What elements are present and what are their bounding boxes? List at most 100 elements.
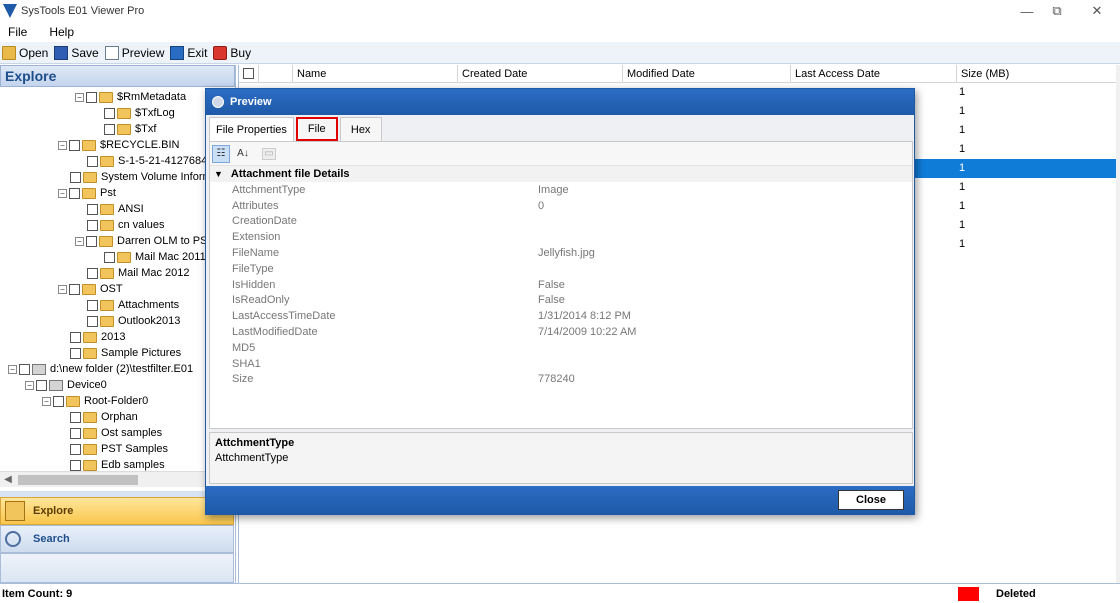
scroll-left-icon[interactable]: ◀ (0, 472, 16, 488)
property-row[interactable]: FileType (210, 261, 912, 277)
save-button[interactable]: Save (54, 45, 99, 60)
tree-horizontal-scrollbar[interactable]: ◀ ▶ (0, 471, 234, 487)
scrollbar-thumb[interactable] (18, 475, 138, 485)
property-row[interactable]: FileName Jellyfish.jpg (210, 245, 912, 261)
property-row[interactable]: LastModifiedDate 7/14/2009 10:22 AM (210, 324, 912, 340)
tab-file[interactable]: File (295, 117, 338, 141)
close-button[interactable]: Close (838, 490, 904, 510)
tree-checkbox[interactable] (53, 395, 64, 407)
collapse-group-icon[interactable]: ▼ (214, 169, 223, 179)
collapse-icon[interactable]: − (58, 284, 67, 294)
tree-checkbox[interactable] (70, 443, 81, 455)
tree-node[interactable]: S-1-5-21-41276848 (87, 153, 213, 169)
menu-help[interactable]: Help (47, 25, 76, 39)
property-row[interactable]: IsReadOnly False (210, 293, 912, 309)
property-row[interactable]: MD5 (210, 340, 912, 356)
collapse-icon[interactable]: − (8, 364, 17, 374)
tree-checkbox[interactable] (104, 251, 115, 263)
tree-checkbox[interactable] (87, 315, 98, 327)
tree-node[interactable]: Mail Mac 2011 (104, 249, 206, 265)
tree-node[interactable]: Outlook2013 (87, 313, 180, 329)
tree-checkbox[interactable] (87, 155, 98, 167)
menu-file[interactable]: File (6, 25, 29, 39)
property-row[interactable]: CreationDate (210, 214, 912, 230)
tree-checkbox[interactable] (70, 459, 81, 471)
column-size[interactable]: Size (MB) (957, 65, 1117, 82)
tree-node[interactable]: PST Samples (70, 441, 168, 457)
list-vertical-scrollbar[interactable] (1116, 65, 1120, 583)
tree-node[interactable]: − Device0 (25, 377, 107, 393)
property-row[interactable]: SHA1 (210, 356, 912, 372)
tree-node[interactable]: − OST (58, 281, 123, 297)
tree-checkbox[interactable] (70, 171, 81, 183)
open-button[interactable]: Open (2, 45, 48, 60)
preview-button[interactable]: Preview (104, 45, 164, 60)
tree-node[interactable]: cn values (87, 217, 164, 233)
property-row[interactable]: IsHidden False (210, 277, 912, 293)
property-row[interactable]: Attributes 0 (210, 198, 912, 214)
tree-checkbox[interactable] (87, 203, 98, 215)
nav-explore-button[interactable]: Explore (0, 497, 234, 525)
tree-checkbox[interactable] (19, 363, 30, 375)
collapse-icon[interactable]: − (42, 396, 51, 406)
tree-checkbox[interactable] (70, 331, 81, 343)
property-row[interactable]: Size 778240 (210, 372, 912, 388)
select-all-checkbox[interactable] (243, 68, 254, 79)
tree-node[interactable]: − $RECYCLE.BIN (58, 137, 179, 153)
tree-checkbox[interactable] (104, 107, 115, 119)
tree-node[interactable]: Sample Pictures (70, 345, 181, 361)
tab-file-properties[interactable]: File Properties (209, 117, 294, 141)
tree-checkbox[interactable] (87, 299, 98, 311)
tree-checkbox[interactable] (104, 123, 115, 135)
tree-node[interactable]: Ost samples (70, 425, 162, 441)
tree-checkbox[interactable] (69, 187, 80, 199)
property-row[interactable]: LastAccessTimeDate 1/31/2014 8:12 PM (210, 308, 912, 324)
exit-button[interactable]: Exit (170, 45, 207, 60)
property-group-header[interactable]: ▼ Attachment file Details (210, 166, 912, 182)
tree-checkbox[interactable] (86, 91, 97, 103)
collapse-icon[interactable]: − (58, 188, 67, 198)
tree-node[interactable]: − $RmMetadata (75, 89, 186, 105)
select-all-column[interactable] (239, 65, 259, 82)
property-row[interactable]: AttchmentType Image (210, 182, 912, 198)
tree-node[interactable]: − Darren OLM to PST (75, 233, 214, 249)
tab-hex[interactable]: Hex (339, 117, 382, 141)
tree-checkbox[interactable] (36, 379, 47, 391)
buy-button[interactable]: Buy (213, 45, 251, 60)
categorized-view-icon[interactable]: ☷ (212, 144, 230, 163)
tree-node[interactable]: $TxfLog (104, 105, 175, 121)
tree-node[interactable]: Orphan (70, 409, 138, 425)
collapse-icon[interactable]: − (75, 236, 84, 246)
tree-checkbox[interactable] (70, 427, 81, 439)
tree-checkbox[interactable] (70, 347, 81, 359)
column-created-date[interactable]: Created Date (458, 65, 623, 82)
close-window-button[interactable]: ✕ (1074, 0, 1120, 22)
tree-node[interactable]: − d:\new folder (2)\testfilter.E01 (8, 361, 193, 377)
tree-node[interactable]: − Pst (58, 185, 116, 201)
tree-checkbox[interactable] (87, 219, 98, 231)
tree-node[interactable]: Attachments (87, 297, 179, 313)
collapse-icon[interactable]: − (75, 92, 84, 102)
collapse-icon[interactable]: − (25, 380, 34, 390)
tree-node[interactable]: System Volume Inform (70, 169, 212, 185)
tree-checkbox[interactable] (69, 283, 80, 295)
tree-node[interactable]: Mail Mac 2012 (87, 265, 190, 281)
tree-node[interactable]: − Root-Folder0 (42, 393, 148, 409)
column-last-access-date[interactable]: Last Access Date (791, 65, 957, 82)
tree-checkbox[interactable] (70, 411, 81, 423)
tree-checkbox[interactable] (69, 139, 80, 151)
alphabetical-sort-icon[interactable]: A↓ (234, 145, 252, 163)
property-pages-icon[interactable]: ▭ (262, 147, 276, 160)
tree-node[interactable]: 2013 (70, 329, 125, 345)
tree-checkbox[interactable] (87, 267, 98, 279)
nav-search-button[interactable]: Search (0, 525, 234, 553)
column-modified-date[interactable]: Modified Date (623, 65, 791, 82)
tree-checkbox[interactable] (86, 235, 97, 247)
tree-node[interactable]: ANSI (87, 201, 144, 217)
property-row[interactable]: Extension (210, 229, 912, 245)
dialog-title-bar[interactable]: Preview (206, 89, 914, 115)
tree-node[interactable]: $Txf (104, 121, 156, 137)
collapse-icon[interactable]: − (58, 140, 67, 150)
column-name[interactable]: Name (293, 65, 458, 82)
tree-node[interactable]: Edb samples (70, 457, 165, 471)
